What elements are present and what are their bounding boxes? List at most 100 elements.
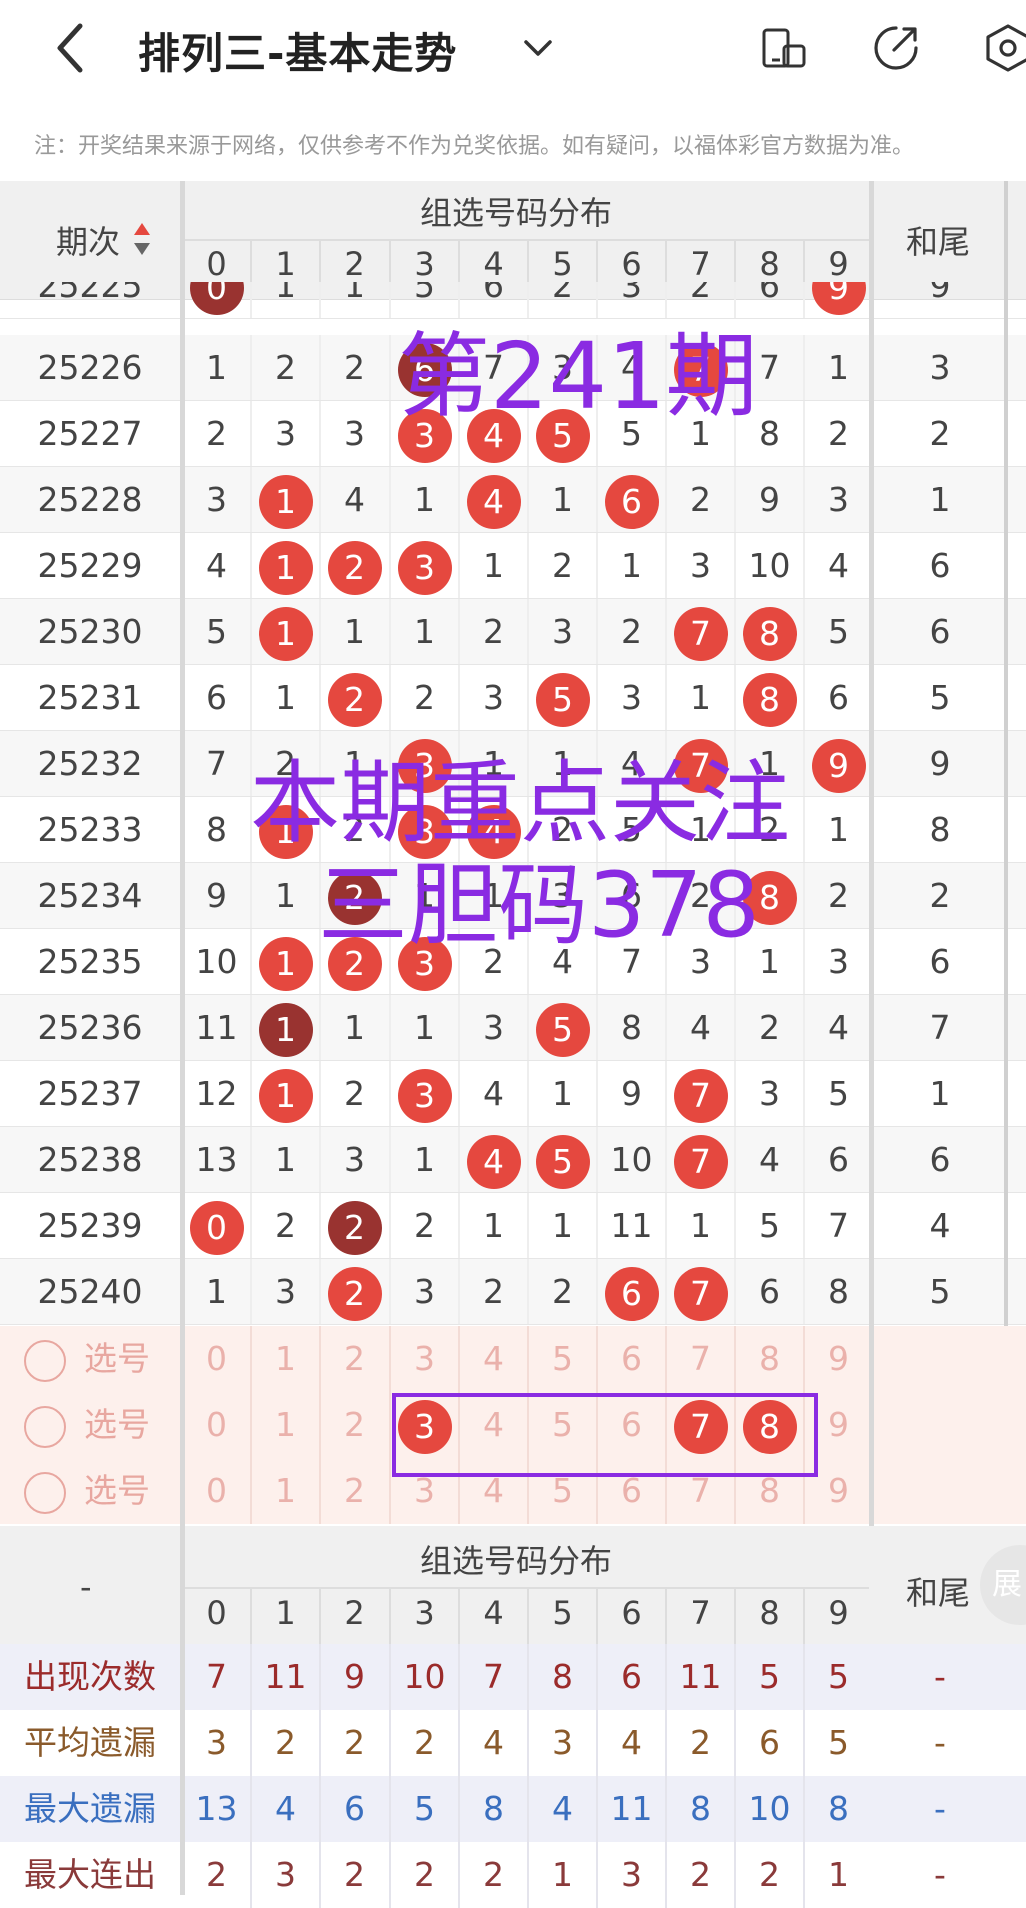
- select-digit[interactable]: 0: [182, 1326, 251, 1392]
- select-digit[interactable]: 4: [459, 1326, 528, 1392]
- period-cell: 25233: [37, 810, 143, 849]
- hdr-digit-6: 6: [621, 245, 642, 283]
- footer-period-header: -: [80, 1568, 92, 1606]
- ftr-digit-7: 7: [690, 1594, 711, 1632]
- stat-value: 5: [414, 1789, 435, 1828]
- digit-cell: 7: [666, 1259, 735, 1325]
- tail-cell: 9: [929, 282, 951, 305]
- select-digit[interactable]: 1: [251, 1392, 320, 1458]
- digit-cell: 1: [251, 1061, 320, 1127]
- digit-cell: 5: [528, 665, 597, 731]
- digit-cell: 4: [483, 1074, 504, 1113]
- period-cell: 25231: [37, 678, 143, 717]
- stat-value: 2: [344, 1855, 365, 1894]
- digit-cell: 3: [759, 1074, 780, 1113]
- stat-value: 3: [621, 1855, 642, 1894]
- select-digit[interactable]: 1: [251, 1326, 320, 1392]
- settings-icon[interactable]: [982, 22, 1026, 74]
- stat-value: 2: [414, 1723, 435, 1762]
- stat-row: 平均遗漏 3 2 2 2 4 3 4 2 6 5 -: [0, 1710, 1026, 1776]
- share-icon[interactable]: [870, 22, 922, 74]
- period-cell: 25238: [37, 1140, 143, 1179]
- stat-value: 6: [344, 1789, 365, 1828]
- stat-value: 3: [275, 1855, 296, 1894]
- digit-cell: 4: [344, 480, 365, 519]
- tail-cell: 5: [929, 1272, 951, 1311]
- stat-row: 出现次数 7 11 9 10 7 8 6 11 5 5 -: [0, 1644, 1026, 1710]
- select-digit[interactable]: 1: [251, 1458, 320, 1524]
- ball-1: 1: [258, 1002, 313, 1057]
- stat-value: 3: [206, 1723, 227, 1762]
- stat-label: 平均遗漏: [24, 1723, 156, 1762]
- digit-cell: 7: [206, 744, 227, 783]
- stat-label: 最大遗漏: [24, 1789, 156, 1828]
- ball-2: 2: [327, 540, 382, 595]
- select-digit[interactable]: 2: [320, 1326, 389, 1392]
- digit-cell: 5: [206, 612, 227, 651]
- period-cell: 25230: [37, 612, 143, 651]
- scrollbar[interactable]: [1004, 181, 1008, 1326]
- phone-icon[interactable]: [758, 22, 810, 74]
- digit-cell: 1: [828, 810, 849, 849]
- selector-label: 选号: [84, 1339, 150, 1378]
- chevron-down-icon[interactable]: [518, 28, 558, 68]
- digit-cell: 11: [610, 1206, 653, 1245]
- digit-cell: 1: [483, 1206, 504, 1245]
- digit-cell: 8: [621, 1008, 642, 1047]
- digit-cell: 3: [828, 480, 849, 519]
- stat-tail: -: [934, 1789, 946, 1828]
- radio-button[interactable]: [24, 1340, 66, 1382]
- hdr-digit-2: 2: [344, 245, 365, 283]
- select-digit[interactable]: 5: [528, 1326, 597, 1392]
- ball-2: 2: [327, 1200, 382, 1255]
- select-digit[interactable]: 8: [735, 1326, 804, 1392]
- digit-cell: 2: [621, 612, 642, 651]
- period-cell: 25236: [37, 1008, 143, 1047]
- sort-updown-icon[interactable]: [132, 221, 152, 257]
- select-digit[interactable]: 7: [666, 1326, 735, 1392]
- hdr-digit-0: 0: [206, 245, 227, 283]
- select-digit[interactable]: 3: [390, 1326, 459, 1392]
- ball-0: 0: [189, 1200, 244, 1255]
- select-digit[interactable]: 6: [597, 1326, 666, 1392]
- tail-cell: 1: [929, 480, 951, 519]
- digit-cell: 1: [344, 282, 365, 305]
- select-digit[interactable]: 2: [320, 1392, 389, 1458]
- tail-cell: 4: [929, 1206, 951, 1245]
- tail-cell: 6: [929, 546, 951, 585]
- period-header[interactable]: 期次: [56, 217, 120, 263]
- select-digit[interactable]: 0: [182, 1392, 251, 1458]
- digit-cell: 6: [759, 1272, 780, 1311]
- digit-cell: 2: [320, 1259, 389, 1325]
- stat-value: 4: [483, 1723, 504, 1762]
- stat-value: 6: [759, 1723, 780, 1762]
- period-cell: 25228: [37, 480, 143, 519]
- period-cell: 25235: [37, 942, 143, 981]
- digit-cell: 2: [690, 480, 711, 519]
- digit-cell: 2: [275, 1206, 296, 1245]
- back-arrow-icon[interactable]: [48, 18, 98, 78]
- digit-cell: 3: [621, 678, 642, 717]
- digit-cell: 2: [344, 348, 365, 387]
- stat-value: 1: [828, 1855, 849, 1894]
- digit-cell: 5: [528, 1127, 597, 1193]
- radio-button[interactable]: [24, 1472, 66, 1514]
- ball-6: 6: [604, 1266, 659, 1321]
- ball-4: 4: [466, 474, 521, 529]
- stat-value: 2: [759, 1855, 780, 1894]
- select-digit[interactable]: 0: [182, 1458, 251, 1524]
- hdr-digit-8: 8: [759, 245, 780, 283]
- ball-7: 7: [673, 1068, 728, 1123]
- digit-cell: 5: [828, 612, 849, 651]
- digit-cell: 7: [666, 1061, 735, 1127]
- digit-cell: 2: [483, 612, 504, 651]
- digit-cell: 4: [690, 1008, 711, 1047]
- digit-cell: 2: [344, 1074, 365, 1113]
- select-digit[interactable]: 9: [804, 1326, 873, 1392]
- digit-cell: 3: [390, 533, 459, 599]
- select-digit[interactable]: 2: [320, 1458, 389, 1524]
- radio-button[interactable]: [24, 1406, 66, 1448]
- tail-cell: 7: [929, 1008, 951, 1047]
- stat-tail: -: [934, 1657, 946, 1696]
- stat-value: 9: [344, 1657, 365, 1696]
